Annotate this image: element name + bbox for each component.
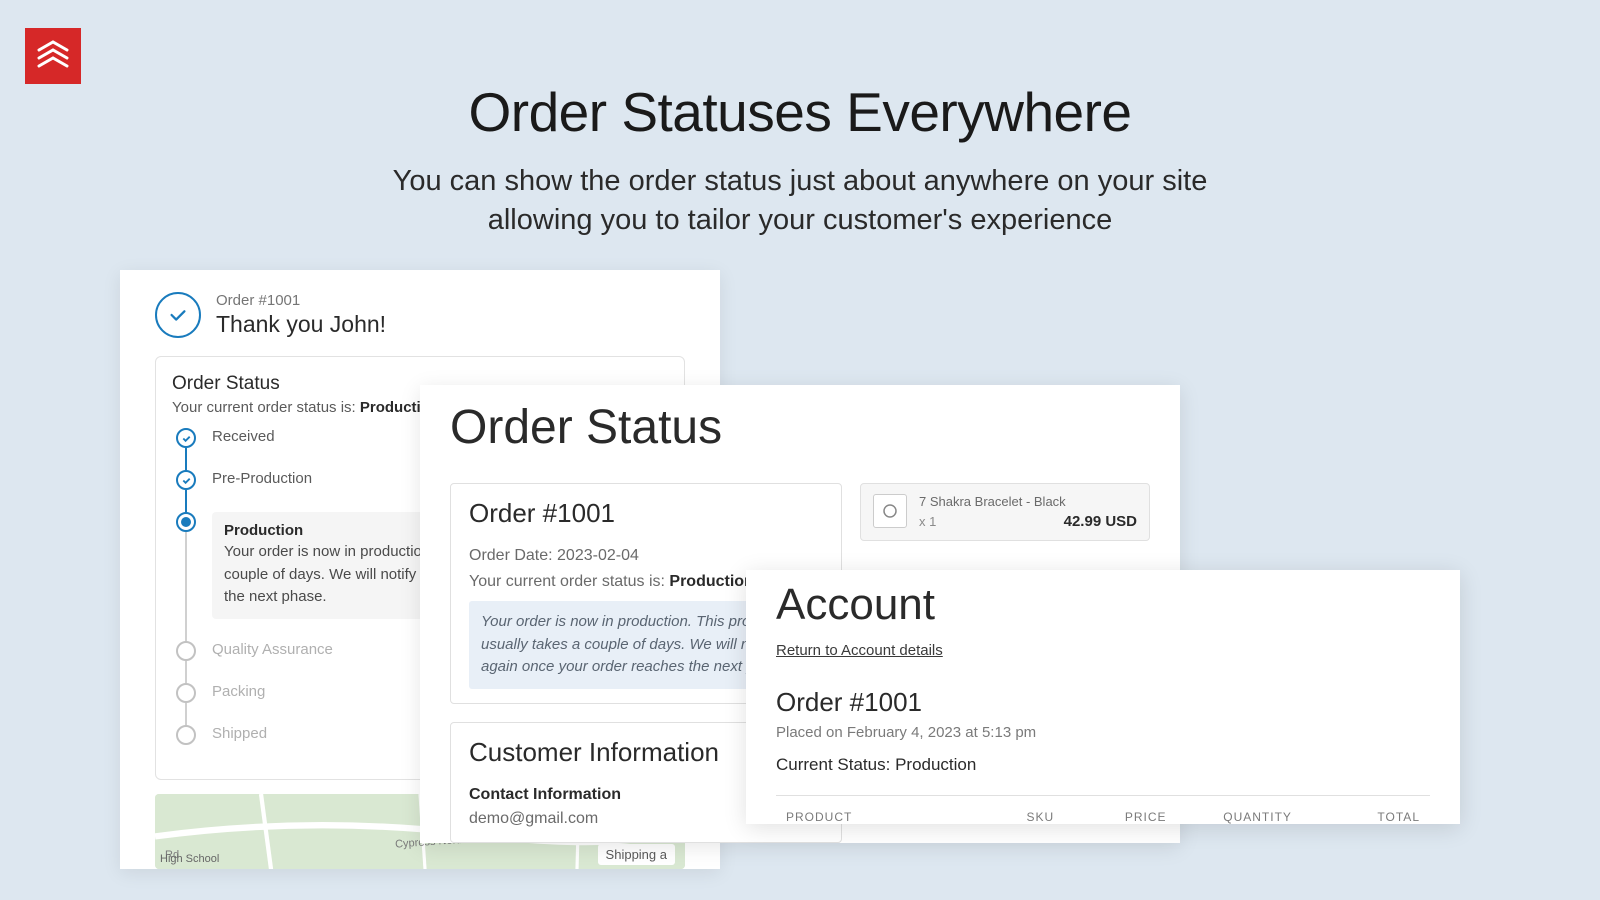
th-price: PRICE [1125, 810, 1223, 824]
map-school-label: High School [160, 853, 219, 865]
order-heading: Order #1001 [776, 687, 1430, 718]
step-dot-icon [176, 428, 196, 448]
check-circle-icon [155, 292, 201, 338]
th-total: TOTAL [1333, 810, 1420, 824]
current-status-line: Current Status: Production [776, 755, 1430, 775]
step-dot-icon [176, 641, 196, 661]
order-table-header: PRODUCT SKU PRICE QUANTITY TOTAL [776, 795, 1430, 824]
th-quantity: QUANTITY [1223, 810, 1332, 824]
account-page: Account Return to Account details Order … [746, 570, 1460, 824]
hero-subtitle: You can show the order status just about… [0, 162, 1600, 240]
th-product: PRODUCT [786, 810, 1026, 824]
step-dot-icon [176, 512, 196, 532]
brand-logo [25, 28, 81, 84]
logo-icon [33, 36, 73, 76]
product-qty: x 1 [919, 514, 936, 529]
hero-section: Order Statuses Everywhere You can show t… [0, 80, 1600, 240]
account-heading: Account [776, 580, 1430, 630]
product-line-item: 7 Shakra Bracelet - Black x 1 42.99 USD [860, 483, 1150, 541]
thankyou-text: Thank you John! [216, 311, 386, 338]
placed-on: Placed on February 4, 2023 at 5:13 pm [776, 724, 1430, 741]
step-dot-icon [176, 683, 196, 703]
product-price: 42.99 USD [1064, 513, 1137, 530]
shipping-label: Shipping a [598, 844, 675, 865]
order-heading: Order #1001 [469, 498, 823, 529]
bracelet-icon [881, 502, 899, 520]
hero-title: Order Statuses Everywhere [0, 80, 1600, 144]
page-title: Order Status [450, 400, 1150, 455]
step-dot-icon [176, 725, 196, 745]
th-sku: SKU [1026, 810, 1124, 824]
order-number: Order #1001 [216, 292, 386, 309]
order-date: Order Date: 2023-02-04 [469, 547, 823, 565]
product-thumbnail [873, 494, 907, 528]
step-dot-icon [176, 470, 196, 490]
return-link[interactable]: Return to Account details [776, 642, 943, 659]
product-name: 7 Shakra Bracelet - Black [919, 494, 1137, 509]
